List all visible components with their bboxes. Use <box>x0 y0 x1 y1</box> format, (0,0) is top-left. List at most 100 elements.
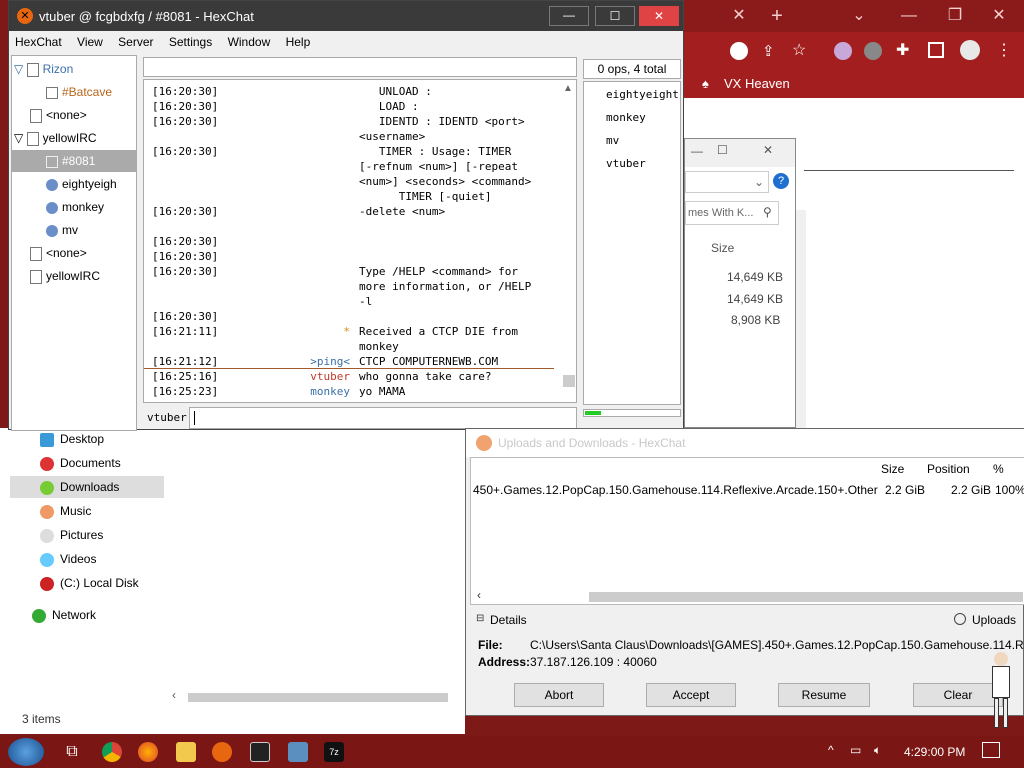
nav-item-pictures[interactable]: Pictures <box>40 528 103 543</box>
share-icon[interactable]: ⇪ <box>762 42 775 60</box>
tree-query-eightyeigh[interactable]: eightyeigh <box>46 173 136 195</box>
resume-button[interactable]: Resume <box>778 683 870 707</box>
help-icon[interactable]: ? <box>773 173 789 189</box>
nick[interactable]: vtuber <box>266 399 350 402</box>
nick[interactable]: monkey <box>266 384 350 399</box>
tree-server-yellowirc[interactable]: ▽ yellowIRC <box>14 127 97 149</box>
task-view-icon[interactable]: ⧉ <box>62 742 82 762</box>
tree-server-rizon[interactable]: ▽ Rizon <box>14 58 73 80</box>
hexchat-taskbar-icon[interactable] <box>212 742 232 762</box>
scroll-thumb[interactable] <box>563 375 575 387</box>
maximize-icon[interactable]: ☐ <box>717 143 728 157</box>
expander-icon[interactable]: ⊟ <box>476 613 484 624</box>
tray-chevron-icon[interactable]: ^ <box>828 743 834 757</box>
network-tray-icon[interactable]: ▭ <box>850 743 861 757</box>
extension-icon[interactable] <box>864 42 882 60</box>
user-list-item[interactable]: mv <box>606 134 619 147</box>
user-list-item[interactable]: monkey <box>606 111 646 124</box>
chevron-left-icon[interactable]: ‹ <box>172 688 176 702</box>
file-explorer-icon[interactable] <box>176 742 196 762</box>
abort-button[interactable]: Abort <box>514 683 604 707</box>
mascot-leg <box>1003 698 1008 728</box>
chat-text-area[interactable]: [16:20:30] UNLOAD : [16:20:30] LOAD : [16:… <box>143 79 577 403</box>
column-header-size[interactable]: Size <box>711 241 734 255</box>
firefox-icon[interactable] <box>138 742 158 762</box>
restore-icon[interactable]: ❐ <box>940 0 970 32</box>
uploads-radio[interactable] <box>954 613 966 625</box>
nick[interactable]: vtuber <box>266 369 350 384</box>
close-tab-icon[interactable]: ✕ <box>724 0 754 32</box>
nav-item-music[interactable]: Music <box>40 504 91 519</box>
user-list-item[interactable]: eightyeight <box>606 88 679 101</box>
column-header-position[interactable]: Position <box>927 462 970 476</box>
nav-item-documents[interactable]: Documents <box>40 456 121 471</box>
search-icon[interactable]: ⚲ <box>763 205 772 219</box>
tree-server-none[interactable]: <none> <box>30 104 87 126</box>
accept-button[interactable]: Accept <box>646 683 736 707</box>
tree-server-yellowirc-2[interactable]: yellowIRC <box>30 265 100 287</box>
scroll-up-icon[interactable]: ▲ <box>563 83 573 94</box>
expand-arrow-icon[interactable]: ▽ <box>14 131 27 145</box>
start-button[interactable] <box>8 738 44 766</box>
nav-item-network[interactable]: Network <box>32 608 96 623</box>
minimize-icon[interactable]: — <box>894 0 924 32</box>
google-icon[interactable] <box>730 42 748 60</box>
menu-settings[interactable]: Settings <box>163 31 218 53</box>
tree-channel-8081[interactable]: #8081 <box>46 150 95 172</box>
extension-icon[interactable] <box>834 42 852 60</box>
chat-scrollbar[interactable]: ▲ <box>563 83 575 401</box>
action-center-icon[interactable] <box>982 742 1000 758</box>
profile-avatar[interactable] <box>960 40 980 60</box>
topic-entry[interactable] <box>143 57 577 77</box>
tree-query-monkey[interactable]: monkey <box>46 196 104 218</box>
scroll-thumb[interactable] <box>188 693 448 702</box>
side-panel-icon[interactable] <box>928 42 944 58</box>
menu-window[interactable]: Window <box>222 31 277 53</box>
chrome-icon[interactable] <box>102 742 122 762</box>
volume-icon[interactable]: 🔈︎ <box>874 743 881 758</box>
tab-search-icon[interactable]: ⌄ <box>844 0 874 32</box>
bookmark-vx-heaven[interactable]: VX Heaven <box>724 76 790 91</box>
puzzle-icon[interactable]: ✚ <box>896 40 909 60</box>
close-button[interactable]: ✕ <box>639 6 679 26</box>
menu-help[interactable]: Help <box>280 31 317 53</box>
nav-item-downloads[interactable]: Downloads <box>40 480 119 495</box>
scroll-thumb[interactable] <box>589 592 1023 602</box>
7zip-icon[interactable]: 7z <box>324 742 344 762</box>
scrollbar[interactable] <box>796 210 806 428</box>
new-tab-icon[interactable]: + <box>762 0 792 32</box>
menu-hexchat[interactable]: HexChat <box>9 31 68 53</box>
tree-channel-batcave[interactable]: #Batcave <box>46 81 112 103</box>
horizontal-scrollbar[interactable]: ‹ <box>170 688 465 704</box>
minimize-button[interactable]: — <box>549 6 589 26</box>
chevron-left-icon[interactable]: ‹ <box>477 588 481 602</box>
tree-query-mv[interactable]: mv <box>46 219 78 241</box>
details-expander[interactable]: Details <box>490 613 527 627</box>
minimize-icon[interactable]: — <box>691 144 703 158</box>
expand-arrow-icon[interactable]: ▽ <box>14 62 27 76</box>
tree-server-none-2[interactable]: <none> <box>30 242 87 264</box>
transfer-file-name[interactable]: 450+.Games.12.PopCap.150.Gamehouse.114.R… <box>473 483 878 497</box>
nick[interactable]: * <box>266 324 350 339</box>
close-window-icon[interactable]: ✕ <box>984 0 1014 32</box>
nav-item-videos[interactable]: Videos <box>40 552 96 567</box>
nav-item-local-disk[interactable]: (C:) Local Disk <box>40 576 139 591</box>
user-list-item[interactable]: vtuber <box>606 157 646 170</box>
menu-icon[interactable]: ⋮ <box>996 40 1012 60</box>
column-header-size[interactable]: Size <box>881 462 904 476</box>
network-monitor-icon[interactable] <box>288 742 308 762</box>
close-icon[interactable]: ✕ <box>763 143 773 157</box>
menu-server[interactable]: Server <box>112 31 159 53</box>
bookmark-star-icon[interactable]: ☆ <box>792 40 806 60</box>
nav-item-desktop[interactable]: Desktop <box>40 432 104 447</box>
address-bar[interactable]: ⌄ <box>685 171 769 193</box>
chevron-down-icon[interactable]: ⌄ <box>754 175 764 189</box>
nick[interactable]: >ping< <box>266 354 350 369</box>
message-input[interactable] <box>189 407 577 429</box>
nick-button[interactable]: vtuber <box>147 411 187 424</box>
terminal-icon[interactable] <box>250 742 270 762</box>
menu-view[interactable]: View <box>71 31 109 53</box>
clock[interactable]: 4:29:00 PM <box>904 745 965 759</box>
maximize-button[interactable]: ☐ <box>595 6 635 26</box>
column-header-percent[interactable]: % <box>993 462 1004 476</box>
